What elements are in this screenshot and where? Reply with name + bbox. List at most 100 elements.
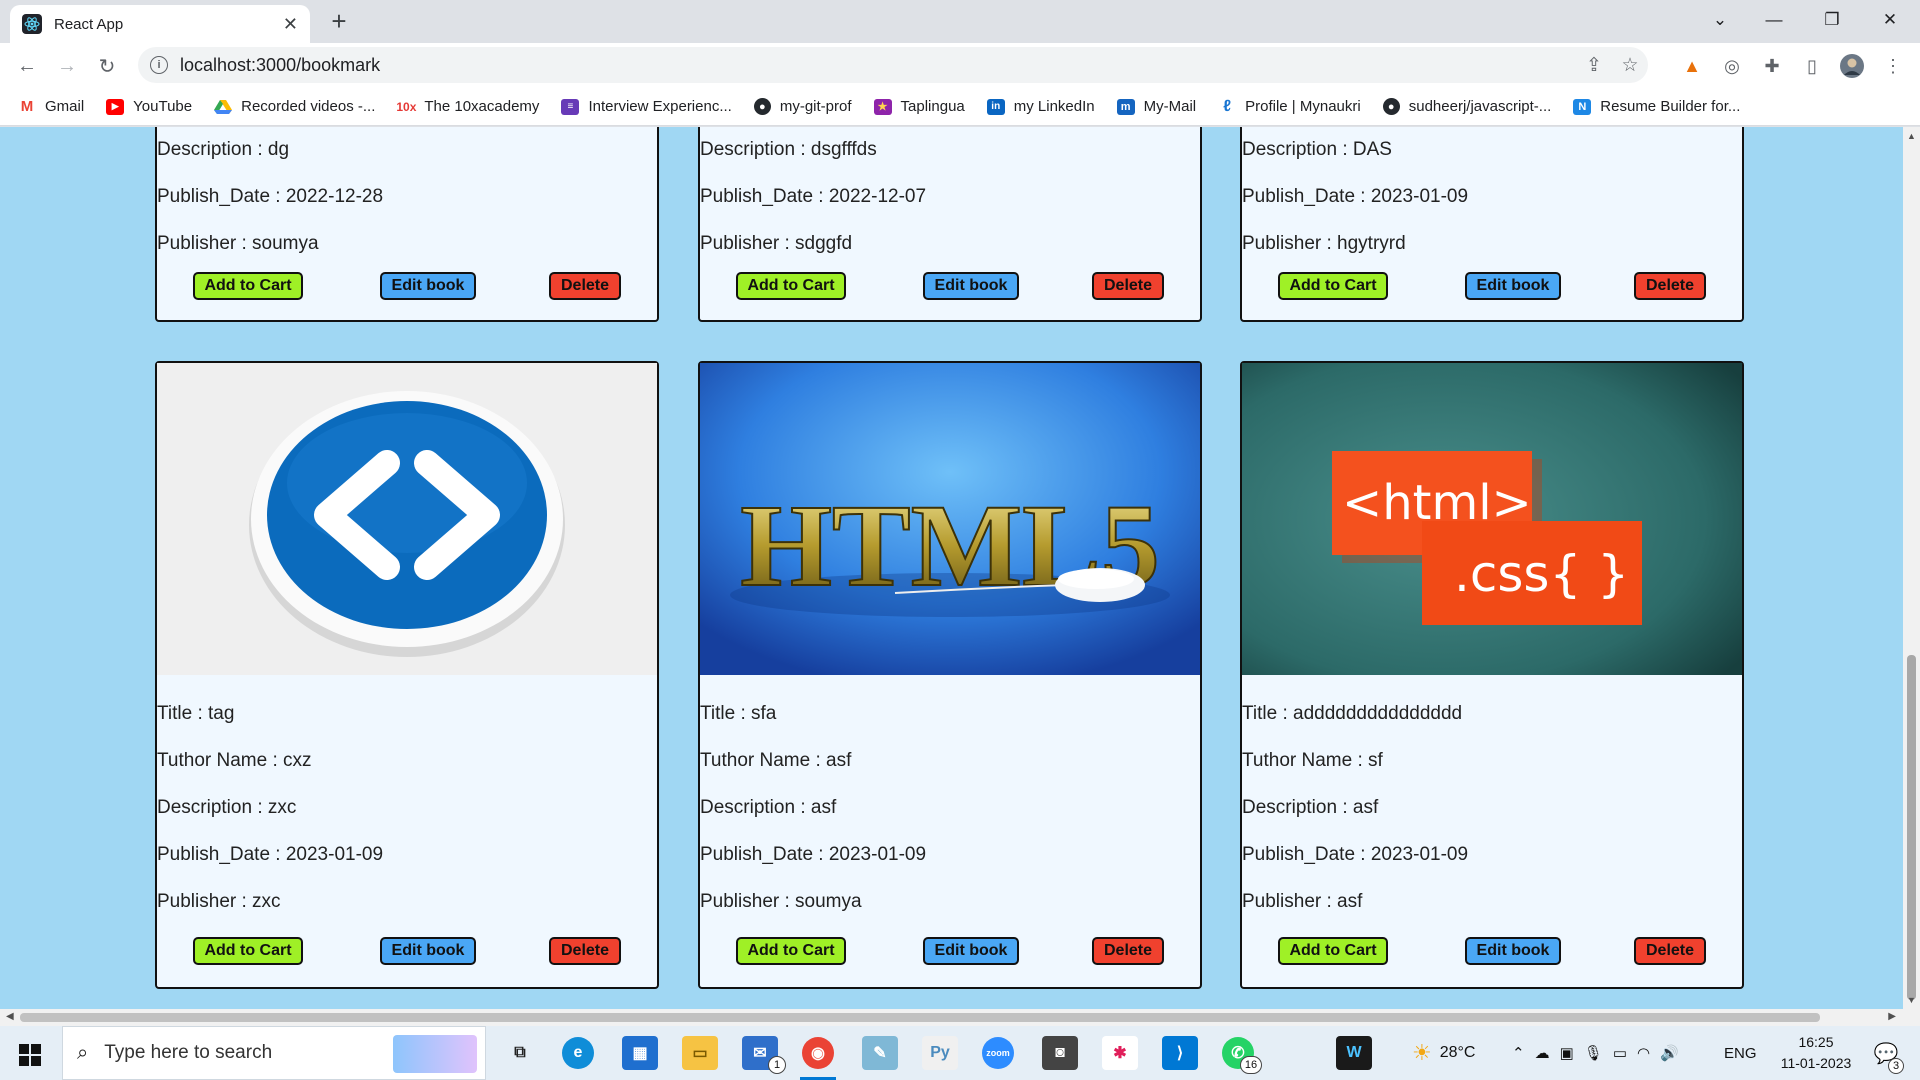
edit-book-button[interactable]: Edit book	[1465, 937, 1561, 965]
vertical-scroll-thumb[interactable]	[1907, 655, 1916, 1000]
scroll-down-arrow-icon[interactable]: ▼	[1907, 995, 1916, 1005]
card-tutor-name: Tuthor Name : cxz	[157, 750, 312, 771]
delete-button[interactable]: Delete	[1634, 937, 1706, 965]
scroll-left-arrow-icon[interactable]: ◀	[6, 1011, 14, 1022]
menu-kebab-icon[interactable]: ⋮	[1878, 51, 1908, 81]
edit-book-button[interactable]: Edit book	[1465, 272, 1561, 300]
search-placeholder: Type here to search	[104, 1042, 273, 1063]
zoom-icon[interactable]: zoom	[982, 1037, 1014, 1069]
add-to-cart-button[interactable]: Add to Cart	[193, 272, 303, 300]
webstorm-icon[interactable]: W	[1336, 1036, 1372, 1070]
battery-icon[interactable]: ▭	[1613, 1044, 1627, 1062]
bookmark-star-icon[interactable]: ☆	[1612, 54, 1648, 77]
tab-search-icon[interactable]: ⌄	[1692, 0, 1748, 40]
slack-icon[interactable]: ✱	[1102, 1036, 1138, 1070]
add-to-cart-button[interactable]: Add to Cart	[1278, 272, 1388, 300]
bookmark-linkedin[interactable]: in my LinkedIn	[986, 98, 1095, 115]
bookmark-gmail[interactable]: M Gmail	[18, 98, 84, 115]
delete-button[interactable]: Delete	[549, 937, 621, 965]
bookmark-taplingua[interactable]: ★ Taplingua	[873, 98, 965, 115]
file-explorer-icon[interactable]: ▭	[682, 1036, 718, 1070]
scroll-up-arrow-icon[interactable]: ▲	[1907, 131, 1916, 141]
vscode-icon[interactable]: ⟩	[1162, 1036, 1198, 1070]
delete-button[interactable]: Delete	[1092, 937, 1164, 965]
card-publish-date: Publish_Date : 2022-12-28	[157, 186, 384, 207]
battery-device-icon[interactable]: ▣	[1560, 1044, 1574, 1062]
new-tab-button[interactable]: +	[324, 6, 354, 36]
naukri-icon: ℓ	[1223, 97, 1232, 115]
onedrive-cloud-icon[interactable]: ☁	[1535, 1044, 1550, 1062]
bookmark-sudheerj-javascript[interactable]: ● sudheerj/javascript-...	[1382, 98, 1551, 115]
extension-round-icon[interactable]: ◎	[1717, 51, 1747, 81]
bookmark-resume-builder[interactable]: N Resume Builder for...	[1573, 98, 1740, 115]
clock[interactable]: 16:25 11-01-2023	[1770, 1032, 1862, 1074]
share-icon[interactable]: ⇪	[1576, 54, 1612, 77]
book-cover-image	[157, 363, 657, 675]
reload-icon[interactable]: ↻	[92, 51, 122, 81]
url-text[interactable]: localhost:3000/bookmark	[180, 55, 1576, 76]
card-publisher: Publisher : hgytryrd	[1242, 233, 1406, 254]
add-to-cart-button[interactable]: Add to Cart	[736, 272, 846, 300]
tab-strip: React App ✕ + ⌄ — ❐ ✕	[0, 0, 1920, 43]
bookmark-10xacademy[interactable]: 10x The 10xacademy	[396, 98, 539, 115]
delete-button[interactable]: Delete	[1634, 272, 1706, 300]
side-panel-icon[interactable]: ▯	[1797, 51, 1827, 81]
extension-icon[interactable]: ▲	[1677, 51, 1707, 81]
minimize-button[interactable]: —	[1746, 0, 1802, 40]
task-view-icon[interactable]: ⧉	[502, 1036, 538, 1070]
github-icon: ●	[753, 98, 771, 115]
10x-icon: 10x	[396, 99, 417, 114]
input-language[interactable]: ENG	[1724, 1026, 1757, 1080]
microphone-icon[interactable]: 🎙	[1584, 1044, 1603, 1062]
notepad-icon[interactable]: ✎	[862, 1036, 898, 1070]
add-to-cart-button[interactable]: Add to Cart	[193, 937, 303, 965]
python-icon[interactable]: Py	[922, 1036, 958, 1070]
add-to-cart-button[interactable]: Add to Cart	[1278, 937, 1388, 965]
taskbar-search-box[interactable]: ⌕ Type here to search	[62, 1026, 486, 1080]
edit-book-button[interactable]: Edit book	[923, 272, 1019, 300]
address-bar[interactable]: i localhost:3000/bookmark ⇪ ☆	[138, 47, 1648, 83]
card-publish-date: Publish_Date : 2022-12-07	[700, 186, 927, 207]
card-publisher: Publisher : soumya	[157, 233, 319, 254]
card-title: Title : sfa	[700, 703, 777, 724]
horizontal-scroll-thumb[interactable]	[20, 1013, 1820, 1022]
form-icon: ≡	[561, 98, 580, 115]
edge-browser-icon[interactable]: e	[562, 1037, 594, 1069]
edit-book-button[interactable]: Edit book	[923, 937, 1019, 965]
windows-start-icon[interactable]	[12, 1038, 48, 1072]
forward-arrow-icon[interactable]: →	[52, 51, 82, 81]
edit-book-button[interactable]: Edit book	[380, 272, 476, 300]
bookmark-youtube[interactable]: ▶ YouTube	[106, 98, 192, 115]
profile-avatar[interactable]	[1837, 51, 1867, 81]
wifi-icon[interactable]: ◠	[1637, 1044, 1650, 1062]
close-window-button[interactable]: ✕	[1862, 0, 1918, 40]
book-cover-image: HTML5	[700, 363, 1200, 675]
microsoft-store-icon[interactable]: ▦	[622, 1036, 658, 1070]
camera-icon[interactable]: ◙	[1042, 1036, 1078, 1070]
add-to-cart-button[interactable]: Add to Cart	[736, 937, 846, 965]
chevron-up-icon[interactable]: ⌃	[1512, 1044, 1525, 1062]
site-info-icon[interactable]: i	[150, 56, 168, 74]
bookmark-mynaukri[interactable]: ℓ Profile | Mynaukri	[1218, 97, 1361, 116]
weather-widget[interactable]: ☀ 28°C	[1412, 1026, 1475, 1080]
scroll-right-arrow-icon[interactable]: ▶	[1888, 1011, 1896, 1022]
edit-book-button[interactable]: Edit book	[380, 937, 476, 965]
volume-icon[interactable]: 🔊	[1660, 1044, 1679, 1062]
back-arrow-icon[interactable]: ←	[12, 51, 42, 81]
puzzle-extensions-icon[interactable]: ✚	[1757, 51, 1787, 81]
delete-button[interactable]: Delete	[549, 272, 621, 300]
horizontal-scrollbar[interactable]: ◀ ▶	[0, 1009, 1920, 1026]
delete-button[interactable]: Delete	[1092, 272, 1164, 300]
bookmark-my-git-prof[interactable]: ● my-git-prof	[753, 98, 852, 115]
bookmark-my-mail[interactable]: m My-Mail	[1116, 98, 1196, 115]
restore-button[interactable]: ❐	[1804, 0, 1860, 40]
card-description: Description : DAS	[1242, 139, 1392, 160]
close-tab-icon[interactable]: ✕	[283, 14, 298, 35]
bookmark-interview-experience[interactable]: ≡ Interview Experienc...	[561, 98, 732, 115]
vertical-scrollbar[interactable]: ▲ ▼	[1903, 127, 1920, 1009]
bookmark-recorded-videos[interactable]: Recorded videos -...	[214, 98, 375, 115]
tab-react-app[interactable]: React App ✕	[10, 5, 310, 43]
card-description: Description : dg	[157, 139, 290, 160]
chrome-icon[interactable]: ◉	[802, 1037, 834, 1069]
weather-temperature: 28°C	[1439, 1044, 1476, 1061]
